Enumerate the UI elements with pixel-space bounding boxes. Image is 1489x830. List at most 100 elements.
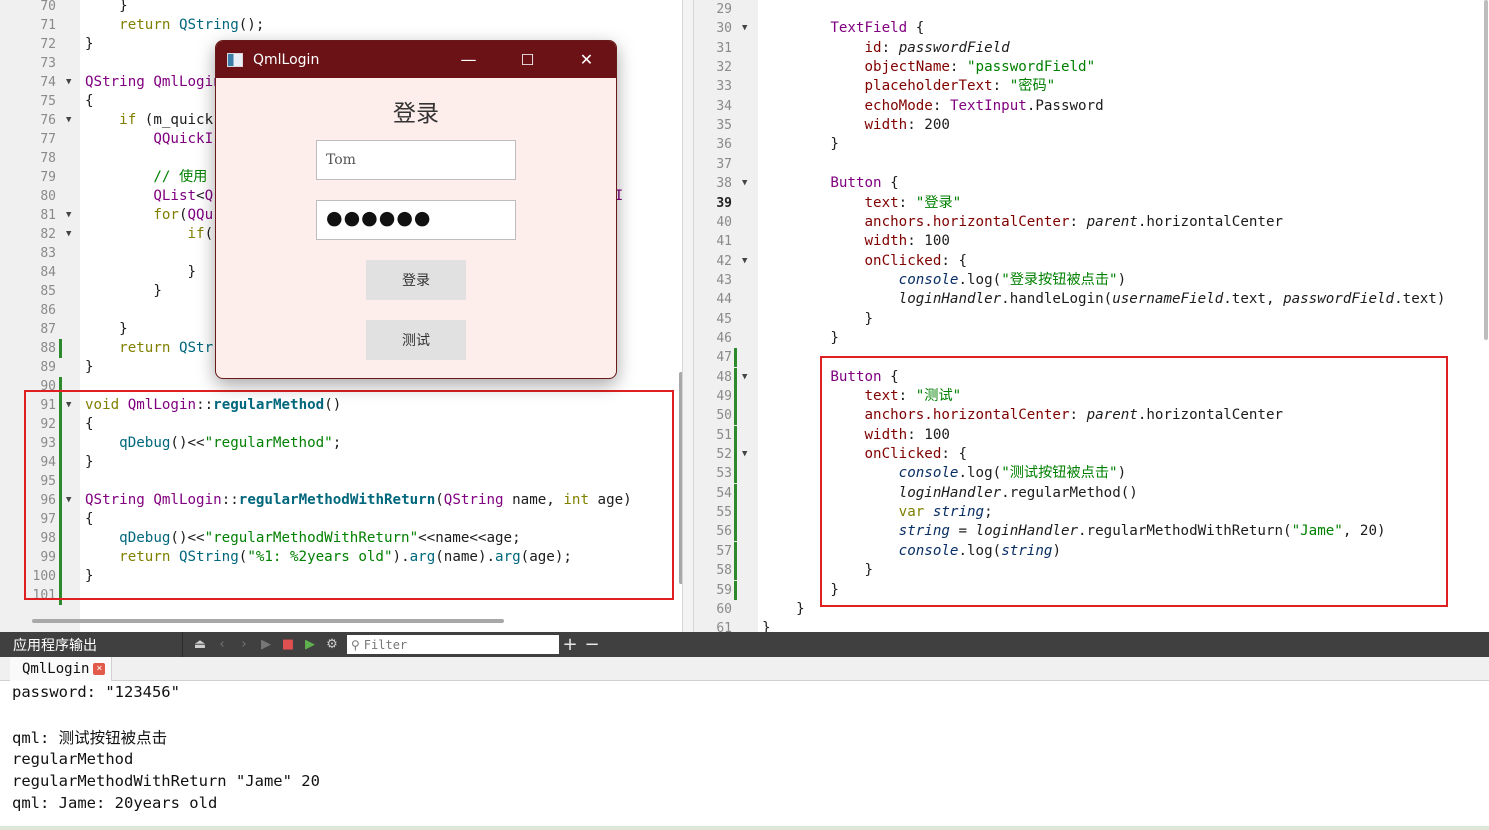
code-line: 41 width: 100 [694,232,1489,251]
code-text: if( [187,226,214,242]
line-number: 42 [716,253,732,269]
fold-arrow-icon[interactable]: ▼ [742,445,747,464]
test-button[interactable]: 测试 [366,320,466,360]
code-text: Button { [830,368,899,385]
previous-icon[interactable]: ‹ [211,637,233,652]
code-line: 48 ▼ Button { [694,367,1489,387]
tab-qmllogin[interactable]: QmlLogin × [10,657,113,681]
tab-close-icon[interactable]: × [93,663,106,675]
fold-arrow-icon[interactable]: ▼ [742,252,747,271]
log-line: regularMethod [12,750,134,768]
code-text: echoMode: TextInput.Password [864,97,1104,114]
minimize-icon[interactable]: — [439,41,498,78]
code-line: 53 console.log("测试按钮被点击") [694,464,1489,484]
stop-icon[interactable]: ■ [277,637,299,652]
run-icon[interactable]: ▶ [255,637,277,652]
left-horizontal-scrollbar[interactable] [32,619,504,623]
code-text: placeholderText: "密码" [864,78,1056,95]
next-icon[interactable]: › [233,637,255,652]
line-number: 72 [40,37,56,52]
code-line: 90 [0,377,682,396]
fold-arrow-icon[interactable]: ▼ [66,111,71,130]
line-number: 53 [716,466,732,482]
code-text: console.log("测试按钮被点击") [898,465,1127,482]
fold-arrow-icon[interactable]: ▼ [742,174,747,193]
code-line: 59 } [694,580,1489,600]
change-marker [59,377,62,396]
fold-arrow-icon[interactable]: ▼ [742,19,747,38]
code-line: 55 var string; [694,503,1489,523]
application-output-log[interactable]: password: "123456" qml: 测试按钮被点击 regularM… [0,681,1489,830]
code-text: } [85,283,162,299]
maximize-icon[interactable]: ☐ [498,41,557,78]
code-text: Button { [830,175,899,192]
line-number: 40 [716,214,732,230]
code-text: } [85,0,128,14]
line-number: 76 [40,113,56,128]
add-icon[interactable]: + [559,634,581,655]
change-marker [734,348,737,368]
line-number: 37 [716,156,732,172]
line-number: 61 [716,621,732,632]
fold-arrow-icon[interactable]: ▼ [66,225,71,244]
code-text: } [85,264,197,280]
app-icon [227,52,243,67]
output-pane-title: 应用程序输出 [0,632,183,657]
right-vertical-scrollbar[interactable] [1484,0,1488,340]
code-line: 40 anchors.horizontalCenter: parent.hori… [694,213,1489,232]
close-icon[interactable]: ✕ [557,41,616,78]
code-line: 99 return QString("%1: %2years old").arg… [0,548,682,567]
code-line: 93 qDebug()<<"regularMethod"; [0,434,682,453]
tab-label: QmlLogin [22,661,90,677]
line-number: 60 [716,601,732,617]
line-number: 30 [716,21,732,37]
fold-arrow-icon[interactable]: ▼ [66,206,71,225]
line-number: 90 [40,379,56,394]
change-marker [734,541,737,561]
line-number: 88 [40,341,56,356]
code-text: var string; [898,504,993,521]
password-field[interactable]: ●●●●●● [316,200,516,240]
code-text: width: 200 [864,117,950,134]
filter-input[interactable]: ⚲ Filter [347,635,559,654]
line-number: 93 [40,436,56,451]
output-toolbar: 应用程序输出 ⏏ ‹ › ▶ ■ ▶ ⚙ ⚲ Filter + − [0,632,1489,657]
code-line: 92 { [0,415,682,434]
line-number: 73 [40,56,56,71]
code-text: QString QmlLogin [85,74,222,90]
line-number: 58 [716,563,732,579]
code-text: } [85,359,94,375]
code-text: console.log(string) [898,542,1061,559]
code-line: 38 ▼ Button { [694,174,1489,193]
change-marker [734,503,737,523]
change-marker [734,425,737,445]
settings-gear-icon[interactable]: ⚙ [321,637,343,652]
line-number: 98 [40,531,56,546]
change-marker [734,522,737,542]
code-text: } [85,321,128,337]
right-code-editor[interactable]: 29 30 ▼ TextField {31 id: passwordField 32 … [694,0,1489,632]
fold-arrow-icon[interactable]: ▼ [66,73,71,92]
username-field[interactable]: Tom [316,140,516,180]
attach-icon[interactable]: ⏏ [189,637,211,652]
change-marker [59,567,62,586]
line-number: 49 [716,389,732,404]
change-marker [59,510,62,529]
login-button[interactable]: 登录 [366,260,466,300]
log-line: regularMethodWithReturn "Jame" 20 [12,772,320,790]
line-number: 52 [716,447,732,463]
line-number: 75 [40,94,56,109]
code-text: } [762,620,771,632]
editor-splitter[interactable] [682,0,694,632]
line-number: 96 [40,493,56,508]
fold-arrow-icon[interactable]: ▼ [66,396,71,415]
code-line: 29 [694,0,1489,19]
change-marker [59,453,62,472]
debug-run-icon[interactable]: ▶ [299,637,321,652]
window-title-bar[interactable]: QmlLogin — ☐ ✕ [216,41,616,78]
fold-arrow-icon[interactable]: ▼ [742,368,747,387]
code-line: 44 loginHandler.handleLogin(usernameFiel… [694,290,1489,309]
line-number: 83 [40,246,56,261]
remove-icon[interactable]: − [581,634,603,655]
fold-arrow-icon[interactable]: ▼ [66,491,71,510]
